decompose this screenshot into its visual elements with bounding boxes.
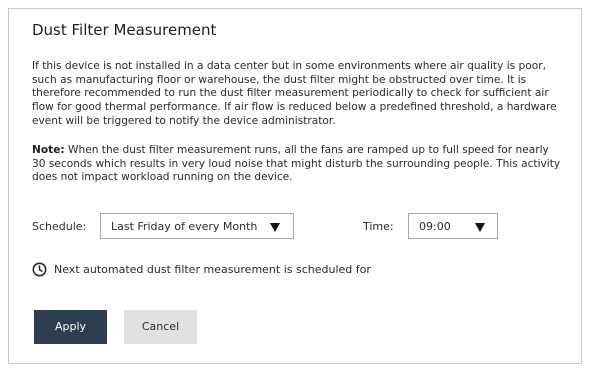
clock-icon <box>32 262 47 277</box>
schedule-label: Schedule: <box>32 220 87 233</box>
note-text: When the dust filter measurement runs, a… <box>32 144 561 184</box>
next-measurement-text: Next automated dust filter measurement i… <box>54 263 371 276</box>
cancel-button[interactable]: Cancel <box>124 310 197 344</box>
schedule-selected-value: Last Friday of every Month <box>111 220 258 233</box>
caret-down-icon <box>270 223 280 232</box>
time-selected-value: 09:00 <box>419 220 451 233</box>
note-label: Note: <box>32 144 65 156</box>
dialog-description: If this device is not installed in a dat… <box>32 60 557 127</box>
schedule-select[interactable]: Last Friday of every Month <box>100 213 294 239</box>
apply-button[interactable]: Apply <box>34 310 107 344</box>
caret-down-icon <box>475 223 485 232</box>
dust-filter-dialog: Dust Filter Measurement If this device i… <box>8 8 582 364</box>
dialog-title: Dust Filter Measurement <box>32 21 217 39</box>
time-label: Time: <box>363 220 394 233</box>
dialog-note: Note: When the dust filter measurement r… <box>32 144 564 185</box>
time-select[interactable]: 09:00 <box>408 213 498 239</box>
